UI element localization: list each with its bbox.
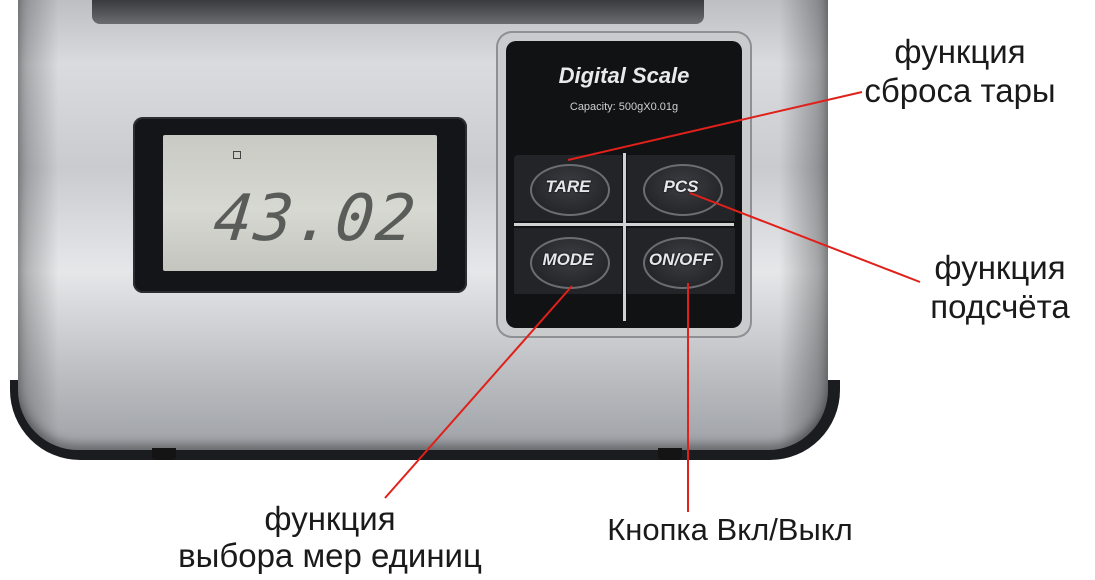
onoff-button-label: ON/OFF [648,250,714,269]
capacity-label: Capacity: 500gX0.01g [569,101,679,113]
pcs-button-label: PCS [663,177,699,196]
tare-button-label: TARE [545,177,591,196]
keypad-divider-horizontal [514,223,734,226]
keypad: Digital Scale Capacity: 500gX0.01g TARE … [506,41,742,328]
keypad-bezel: Digital Scale Capacity: 500gX0.01g TARE … [498,33,750,336]
keypad-divider-vertical [623,153,626,321]
brand-label: Digital Scale [558,63,690,88]
tare-callout-line2: сброса тары [864,72,1056,109]
pcs-callout: функция подсчёта [910,248,1090,326]
mode-button-label: MODE [542,250,594,269]
weighing-plate [92,0,704,24]
tare-callout-line1: функция [894,33,1026,70]
lcd-display: 43.02 [163,135,437,271]
tare-button[interactable]: TARE [514,155,622,221]
mode-callout: функция выбора мер единиц [150,500,510,574]
scale-foot-right [658,448,682,460]
product-photo: 43.02 Digital Scale Capacity: 500gX0.01g… [0,0,1095,580]
lcd-stable-indicator [233,151,241,159]
mode-button[interactable]: MODE [514,228,622,294]
mode-callout-line2: выбора мер единиц [178,537,482,574]
onoff-callout: Кнопка Вкл/Выкл [607,512,853,547]
pcs-callout-line1: функция [934,249,1066,286]
mode-callout-line1: функция [264,500,396,537]
weight-reading: 43.02 [210,182,421,256]
tare-callout: функция сброса тары [835,32,1085,110]
scale-foot-left [152,448,176,460]
onoff-button[interactable]: ON/OFF [627,228,735,294]
pcs-callout-line2: подсчёта [930,288,1070,325]
lcd-frame: 43.02 [133,117,467,293]
pcs-button[interactable]: PCS [627,155,735,221]
